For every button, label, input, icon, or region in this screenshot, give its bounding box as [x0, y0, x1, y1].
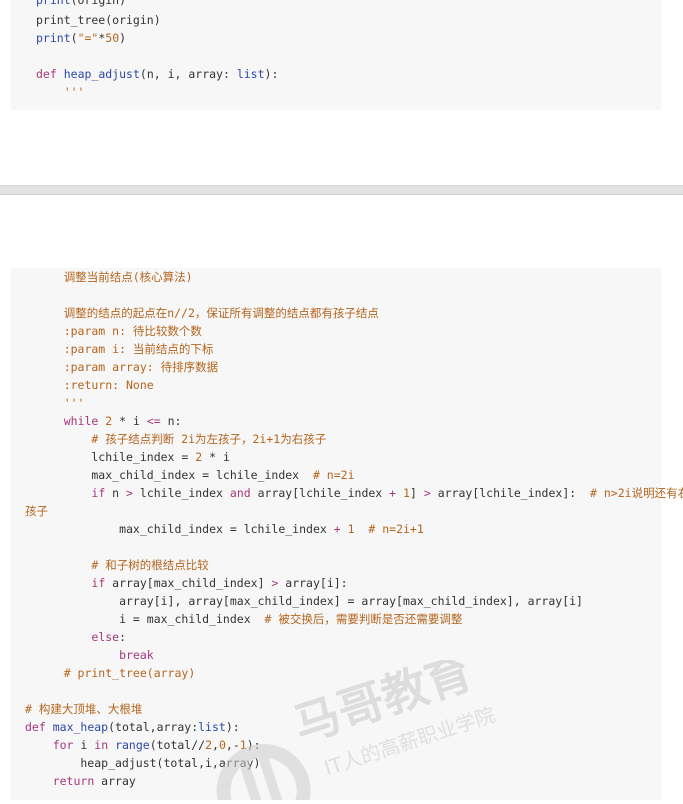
comment-line: # print_tree(array)	[36, 666, 196, 680]
code-line: print("="*50)	[36, 31, 127, 45]
code-line: print_tree(origin)	[36, 13, 161, 27]
code-line: max_child_index = lchile_index + 1 # n=2…	[36, 522, 424, 536]
code-line: i = max_child_index # 被交换后，需要判断是否还需要调整	[36, 612, 463, 626]
code-line: while 2 * i <= n:	[63, 414, 182, 428]
docstring-line: :param array: 待排序数据	[36, 360, 219, 374]
code-line: break	[119, 648, 154, 662]
comment-line: # 孩子结点判断 2i为左孩子，2i+1为右孩子	[36, 432, 327, 446]
code-line: '''	[36, 85, 85, 99]
docstring-line: 调整的结点的起点在n//2，保证所有调整的结点都有孩子结点	[36, 306, 379, 320]
code-line: if array[max_child_index] > array[i]:	[91, 576, 348, 590]
code-line: def max_heap(total,array:list):	[25, 720, 240, 734]
code-line: if n > lchile_index and array[lchile_ind…	[91, 486, 683, 500]
code-line: def heap_adjust(n, i, array: list):	[36, 67, 279, 81]
comment-line: # 和子树的根结点比较	[36, 558, 209, 572]
code-block-bottom: 调整当前结点(核心算法) 调整的结点的起点在n//2，保证所有调整的结点都有孩子…	[11, 268, 683, 800]
docstring-line: :param n: 待比较数个数	[36, 324, 202, 338]
docstring-line: 调整当前结点(核心算法)	[36, 270, 193, 284]
page-separator	[0, 185, 683, 195]
code-line: print(origin)	[36, 0, 126, 9]
docstring-line: :param i: 当前结点的下标	[36, 342, 214, 356]
code-line-1-rest: (origin)	[70, 0, 127, 7]
code-line: heap_adjust(total,i,array)	[25, 756, 261, 770]
code-line: return array	[52, 774, 136, 788]
comment-line: # 构建大顶堆、大根堆	[25, 702, 143, 716]
docstring-line: '''	[36, 396, 85, 410]
code-line: max_child_index = lchile_index # n=2i	[36, 468, 355, 482]
code-line: lchile_index = 2 * i	[36, 450, 230, 464]
code-line: for i in range(total//2,0,-1):	[52, 738, 261, 752]
comment-line: 孩子	[25, 504, 48, 518]
code-block-top: print(origin) print_tree(origin) print("…	[11, 0, 661, 110]
code-line: array[i], array[max_child_index] = array…	[36, 594, 583, 608]
code-line: else:	[91, 630, 127, 644]
docstring-line: :return: None	[36, 378, 154, 392]
